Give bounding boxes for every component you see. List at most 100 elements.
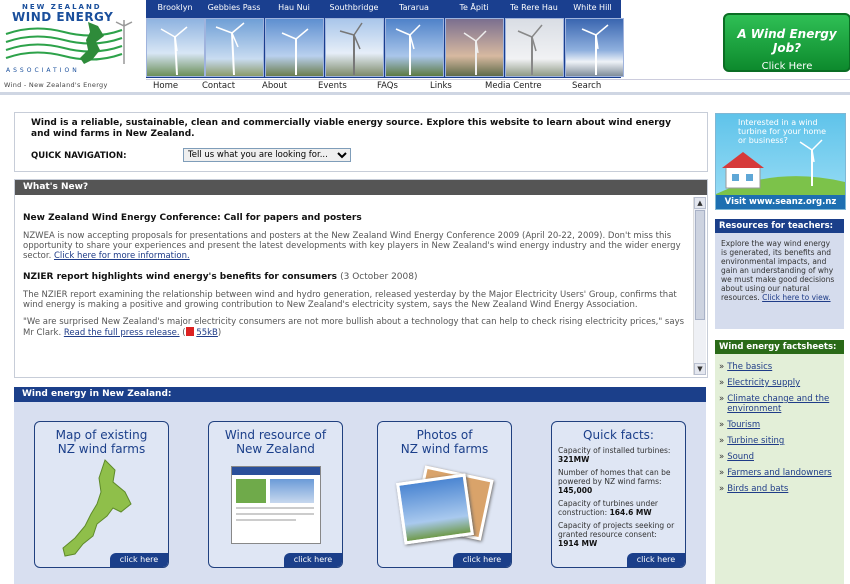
farm-photo-gebbies-pass[interactable] xyxy=(205,18,264,77)
farm-photo-white-hill[interactable] xyxy=(565,18,624,77)
factsheet-turbine-siting[interactable]: Turbine siting xyxy=(727,436,784,446)
scroll-down-arrow-icon[interactable]: ▼ xyxy=(694,363,706,375)
list-item: » The basics xyxy=(719,362,844,372)
factsheet-birds-bats[interactable]: Birds and bats xyxy=(727,484,788,494)
card-quick-facts: Quick facts: Capacity of installed turbi… xyxy=(551,421,686,568)
card-photos[interactable]: Photos of NZ wind farms click here xyxy=(377,421,512,568)
scroll-thumb[interactable] xyxy=(695,210,705,320)
farm-link-te-rere-hau[interactable]: Te Rere Hau xyxy=(504,3,564,15)
pdf-icon xyxy=(185,327,194,336)
factsheet-farmers-landowners[interactable]: Farmers and landowners xyxy=(727,468,832,478)
wind-farm-photo-strip: Brooklyn Gebbies Pass Hau Nui Southbridg… xyxy=(146,0,624,78)
wind-nz-title: Wind energy in New Zealand: xyxy=(14,387,706,402)
factsheet-the-basics[interactable]: The basics xyxy=(727,362,772,372)
intro-box: Wind is a reliable, sustainable, clean a… xyxy=(14,112,708,172)
seanz-visit-link[interactable]: Visit www.seanz.org.nz xyxy=(716,195,845,209)
intro-text: Wind is a reliable, sustainable, clean a… xyxy=(31,118,671,139)
fact4-label: Capacity of projects seeking or granted … xyxy=(558,521,675,539)
teachers-resources-panel: Resources for teachers: Explore the way … xyxy=(715,219,844,329)
factsheet-tourism[interactable]: Tourism xyxy=(727,420,760,430)
card2-title-line2: New Zealand xyxy=(236,442,315,456)
nz-map-icon xyxy=(62,459,132,557)
factsheet-climate-change[interactable]: Climate change and the environment xyxy=(727,394,844,414)
news2-pdf-size-link[interactable]: 55kB xyxy=(196,328,218,338)
farm-photo-hau-nui[interactable] xyxy=(265,18,324,77)
farm-photo-southbridge[interactable] xyxy=(325,18,384,77)
card-wind-resource[interactable]: Wind resource of New Zealand click here xyxy=(208,421,343,568)
news2-date: (3 October 2008) xyxy=(340,272,418,282)
wind-energy-job-button[interactable]: A Wind Energy Job? Click Here xyxy=(723,13,850,72)
seanz-banner[interactable]: Interested in a wind turbine for your ho… xyxy=(715,113,846,210)
nav-events[interactable]: Events xyxy=(318,80,347,92)
fact3: Capacity of turbines under construction:… xyxy=(558,499,679,517)
fact1-value: 321MW xyxy=(558,455,590,464)
farm-link-southbridge[interactable]: Southbridge xyxy=(324,3,384,15)
quick-nav-select[interactable]: Tell us what you are looking for... xyxy=(183,148,351,162)
news1-more-link[interactable]: Click here for more information. xyxy=(54,251,190,261)
card3-title-line2: NZ wind farms xyxy=(400,442,489,456)
fact2-label: Number of homes that can be powered by N… xyxy=(558,468,671,486)
farm-photo-brooklyn[interactable] xyxy=(146,18,205,77)
quick-nav-label: QUICK NAVIGATION: xyxy=(31,151,127,161)
bullet-arrow-icon: » xyxy=(719,484,725,494)
farm-link-white-hill[interactable]: White Hill xyxy=(564,3,621,15)
bullet-arrow-icon: » xyxy=(719,468,725,478)
news2-title: NZIER report highlights wind energy's be… xyxy=(23,272,337,282)
scroll-up-arrow-icon[interactable]: ▲ xyxy=(694,197,706,209)
bullet-arrow-icon: » xyxy=(719,436,725,446)
quick-facts-list: Capacity of installed turbines: 321MW Nu… xyxy=(552,446,685,548)
site-logo[interactable]: NEW ZEALAND WIND ENERGY ASSOCIATION xyxy=(0,0,146,78)
list-item: » Birds and bats xyxy=(719,484,844,494)
card-map-wind-farms[interactable]: Map of existing NZ wind farms click here xyxy=(34,421,169,568)
factsheet-sound[interactable]: Sound xyxy=(727,452,754,462)
card3-title-line1: Photos of xyxy=(416,428,473,442)
nav-faqs[interactable]: FAQs xyxy=(377,80,398,92)
fact1: Capacity of installed turbines: 321MW xyxy=(558,446,679,464)
list-item: » Sound xyxy=(719,452,844,462)
farm-photo-te-apiti[interactable] xyxy=(445,18,504,77)
fact3-value: 164.6 MW xyxy=(609,508,652,517)
card2-title: Wind resource of New Zealand xyxy=(209,428,342,456)
factsheet-electricity-supply[interactable]: Electricity supply xyxy=(727,378,800,388)
nav-media-centre[interactable]: Media Centre xyxy=(485,80,542,92)
farm-photo-te-rere-hau[interactable] xyxy=(505,18,564,77)
news2-press-release-link[interactable]: Read the full press release. xyxy=(64,328,180,338)
job-cta: Click Here xyxy=(761,61,813,72)
bullet-arrow-icon: » xyxy=(719,420,725,430)
nav-home[interactable]: Home xyxy=(153,80,178,92)
list-item: » Electricity supply xyxy=(719,378,844,388)
whats-new-scrollbar[interactable]: ▲ ▼ xyxy=(693,197,706,375)
job-title: A Wind Energy Job? xyxy=(737,27,837,55)
teachers-view-link[interactable]: Click here to view. xyxy=(762,293,830,302)
nav-links[interactable]: Links xyxy=(430,80,452,92)
nav-about[interactable]: About xyxy=(262,80,287,92)
card2-click-here[interactable]: click here xyxy=(284,553,342,567)
teachers-text: Explore the way wind energy is generated… xyxy=(715,233,844,302)
card3-click-here[interactable]: click here xyxy=(453,553,511,567)
main-nav: Home Contact About Events FAQs Links Med… xyxy=(146,79,850,92)
farm-link-gebbies-pass[interactable]: Gebbies Pass xyxy=(204,3,264,15)
nav-search[interactable]: Search xyxy=(572,80,601,92)
whats-new-content: New Zealand Wind Energy Conference: Call… xyxy=(23,202,693,372)
list-item: » Tourism xyxy=(719,420,844,430)
fact1-label: Capacity of installed turbines: xyxy=(558,446,671,455)
card1-click-here[interactable]: click here xyxy=(110,553,168,567)
farm-link-tararua[interactable]: Tararua xyxy=(384,3,444,15)
factsheets-title: Wind energy factsheets: xyxy=(715,340,844,354)
list-item: » Farmers and landowners xyxy=(719,468,844,478)
whats-new-title: What's New? xyxy=(15,180,707,195)
wind-farm-nav: Brooklyn Gebbies Pass Hau Nui Southbridg… xyxy=(146,3,621,15)
house-turbine-icon xyxy=(716,139,845,196)
list-item: » Turbine siting xyxy=(719,436,844,446)
fact2: Number of homes that can be powered by N… xyxy=(558,468,679,495)
farm-link-hau-nui[interactable]: Hau Nui xyxy=(264,3,324,15)
nav-contact[interactable]: Contact xyxy=(202,80,235,92)
card2-title-line1: Wind resource of xyxy=(224,428,327,442)
card4-click-here[interactable]: click here xyxy=(627,553,685,567)
factsheets-list: » The basics » Electricity supply » Climate… xyxy=(715,354,844,494)
farm-photo-tararua[interactable] xyxy=(385,18,444,77)
farm-link-te-apiti[interactable]: Te Āpiti xyxy=(444,3,504,15)
farm-link-brooklyn[interactable]: Brooklyn xyxy=(146,3,204,15)
card1-title-line1: Map of existing xyxy=(55,428,148,442)
fact4: Capacity of projects seeking or granted … xyxy=(558,521,679,548)
